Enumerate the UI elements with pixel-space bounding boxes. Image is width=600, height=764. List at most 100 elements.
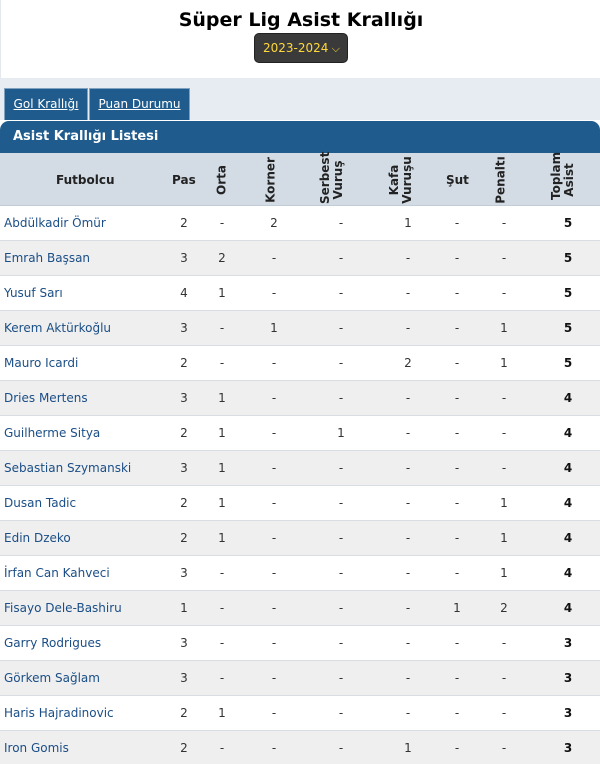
cell-header: 1 bbox=[404, 216, 412, 230]
cell-shot: - bbox=[454, 286, 460, 300]
cell-shot: 1 bbox=[453, 601, 461, 615]
cell-shot: - bbox=[454, 321, 460, 335]
cell-pass: 2 bbox=[180, 531, 188, 545]
table-row: Fisayo Dele-Bashiru 1 - - - - 1 2 4 bbox=[0, 591, 600, 626]
cell-free-kick: - bbox=[338, 496, 344, 510]
player-link[interactable]: Garry Rodrigues bbox=[4, 626, 101, 660]
cell-penalty: 1 bbox=[500, 496, 508, 510]
player-link[interactable]: Görkem Sağlam bbox=[4, 661, 100, 695]
cell-pass: 3 bbox=[180, 461, 188, 475]
player-link[interactable]: Abdülkadir Ömür bbox=[4, 206, 106, 240]
cell-penalty: - bbox=[501, 391, 507, 405]
player-link[interactable]: Kerem Aktürkoğlu bbox=[4, 311, 111, 345]
cell-penalty: - bbox=[501, 741, 507, 755]
cell-cross: - bbox=[219, 741, 225, 755]
cell-header: - bbox=[405, 601, 411, 615]
cell-total: 4 bbox=[563, 566, 573, 580]
player-link[interactable]: Fisayo Dele-Bashiru bbox=[4, 591, 122, 625]
cell-pass: 2 bbox=[180, 426, 188, 440]
player-link[interactable]: Edin Dzeko bbox=[4, 521, 71, 555]
cell-shot: - bbox=[454, 706, 460, 720]
cell-total: 4 bbox=[563, 601, 573, 615]
table-row: Sebastian Szymanski 3 1 - - - - - 4 bbox=[0, 451, 600, 486]
cell-free-kick: - bbox=[338, 216, 344, 230]
player-link[interactable]: Dusan Tadic bbox=[4, 486, 76, 520]
cell-corner: - bbox=[271, 741, 277, 755]
cell-total: 4 bbox=[563, 391, 573, 405]
cell-total: 3 bbox=[563, 741, 573, 755]
cell-header: - bbox=[405, 706, 411, 720]
table-row: Görkem Sağlam 3 - - - - - - 3 bbox=[0, 661, 600, 696]
cell-total: 5 bbox=[563, 216, 573, 230]
cell-penalty: 2 bbox=[500, 601, 508, 615]
cell-total: 4 bbox=[563, 426, 573, 440]
col-free-kick: Serbest Vuruş bbox=[318, 151, 345, 204]
cell-cross: - bbox=[219, 601, 225, 615]
cell-header: - bbox=[405, 286, 411, 300]
cell-pass: 3 bbox=[180, 636, 188, 650]
cell-pass: 2 bbox=[180, 356, 188, 370]
cell-total: 5 bbox=[563, 251, 573, 265]
cell-total: 4 bbox=[563, 531, 573, 545]
cell-pass: 2 bbox=[180, 216, 188, 230]
table-row: Yusuf Sarı 4 1 - - - - - 5 bbox=[0, 276, 600, 311]
cell-free-kick: - bbox=[338, 671, 344, 685]
cell-free-kick: - bbox=[338, 531, 344, 545]
player-link[interactable]: Haris Hajradinovic bbox=[4, 696, 114, 730]
player-link[interactable]: Guilherme Sitya bbox=[4, 416, 100, 450]
season-select[interactable]: 2023-2024 ⌵ bbox=[254, 33, 348, 63]
cell-corner: - bbox=[271, 566, 277, 580]
table-row: Guilherme Sitya 2 1 - 1 - - - 4 bbox=[0, 416, 600, 451]
tab-gol-kralligi[interactable]: Gol Krallığı bbox=[4, 88, 88, 120]
table-row: Mauro Icardi 2 - - - 2 - 1 5 bbox=[0, 346, 600, 381]
cell-free-kick: - bbox=[338, 636, 344, 650]
col-corner: Korner bbox=[263, 157, 278, 203]
cell-cross: - bbox=[219, 636, 225, 650]
cell-cross: 1 bbox=[218, 426, 226, 440]
player-link[interactable]: Sebastian Szymanski bbox=[4, 451, 131, 485]
player-link[interactable]: Mauro Icardi bbox=[4, 346, 78, 380]
cell-header: - bbox=[405, 391, 411, 405]
col-shot: Şut bbox=[446, 173, 469, 187]
player-link[interactable]: Yusuf Sarı bbox=[4, 276, 63, 310]
cell-cross: 2 bbox=[218, 251, 226, 265]
player-link[interactable]: Iron Gomis bbox=[4, 731, 69, 764]
cell-cross: - bbox=[219, 356, 225, 370]
cell-header: 2 bbox=[404, 356, 412, 370]
cell-free-kick: - bbox=[338, 321, 344, 335]
cell-shot: - bbox=[454, 566, 460, 580]
cell-pass: 3 bbox=[180, 671, 188, 685]
col-cross: Orta bbox=[214, 165, 229, 195]
cell-free-kick: - bbox=[338, 461, 344, 475]
cell-pass: 3 bbox=[180, 566, 188, 580]
table-row: Dries Mertens 3 1 - - - - - 4 bbox=[0, 381, 600, 416]
cell-header: - bbox=[405, 251, 411, 265]
cell-total: 5 bbox=[563, 286, 573, 300]
cell-shot: - bbox=[454, 636, 460, 650]
cell-pass: 3 bbox=[180, 321, 188, 335]
table-row: Dusan Tadic 2 1 - - - - 1 4 bbox=[0, 486, 600, 521]
col-header: Kafa Vuruşu bbox=[387, 156, 414, 204]
player-link[interactable]: Dries Mertens bbox=[4, 381, 88, 415]
cell-corner: - bbox=[271, 706, 277, 720]
cell-penalty: - bbox=[501, 251, 507, 265]
player-link[interactable]: İrfan Can Kahveci bbox=[4, 556, 110, 590]
cell-shot: - bbox=[454, 216, 460, 230]
cell-free-kick: 1 bbox=[337, 426, 345, 440]
cell-header: - bbox=[405, 566, 411, 580]
player-link[interactable]: Emrah Başsan bbox=[4, 241, 90, 275]
cell-free-kick: - bbox=[338, 741, 344, 755]
cell-free-kick: - bbox=[338, 356, 344, 370]
cell-penalty: - bbox=[501, 671, 507, 685]
cell-cross: - bbox=[219, 566, 225, 580]
cell-total: 5 bbox=[563, 321, 573, 335]
cell-penalty: 1 bbox=[500, 321, 508, 335]
cell-header: - bbox=[405, 636, 411, 650]
chevron-down-icon: ⌵ bbox=[331, 42, 340, 55]
tab-puan-durumu[interactable]: Puan Durumu bbox=[89, 88, 190, 120]
cell-corner: - bbox=[271, 391, 277, 405]
cell-corner: - bbox=[271, 636, 277, 650]
cell-corner: - bbox=[271, 426, 277, 440]
table-header: Futbolcu Pas Orta Korner Serbest Vuruş K… bbox=[0, 151, 600, 206]
cell-total: 4 bbox=[563, 461, 573, 475]
